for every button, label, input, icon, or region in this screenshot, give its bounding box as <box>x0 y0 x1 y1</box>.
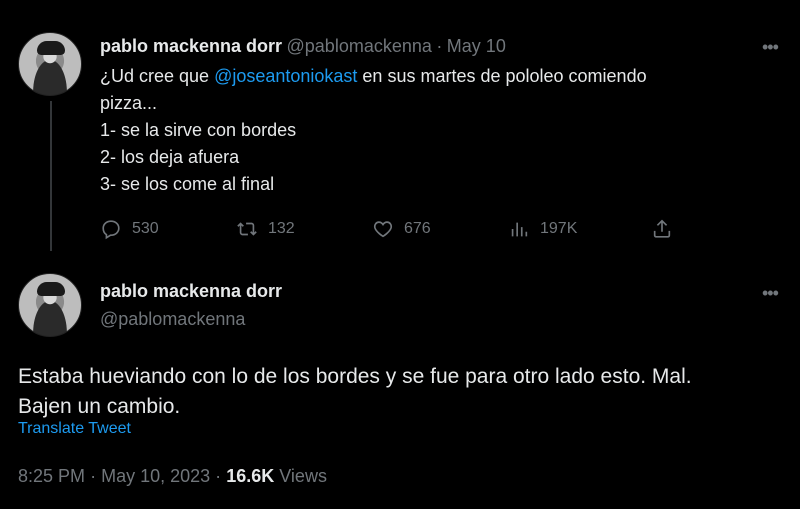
tweet-full-date[interactable]: May 10, 2023 <box>101 466 210 486</box>
text-line: pizza... <box>100 93 158 113</box>
reply-icon <box>102 220 120 240</box>
mention-link[interactable]: @joseantoniokast <box>214 66 357 86</box>
tweet-date[interactable]: May 10 <box>447 36 506 56</box>
display-name[interactable]: pablo mackenna dorr <box>100 36 282 56</box>
share-button[interactable] <box>651 214 673 244</box>
tweet-time[interactable]: 8:25 PM <box>18 466 85 486</box>
display-name[interactable]: pablo mackenna dorr <box>100 281 282 302</box>
thread-connector-line <box>50 101 52 251</box>
tweet-metadata: 8:25 PM · May 10, 2023 · 16.6K Views <box>18 466 327 487</box>
translate-tweet-link[interactable]: Translate Tweet <box>18 420 131 438</box>
reply-tweet-text: ¿Ud cree que @joseantoniokast en sus mar… <box>100 63 647 198</box>
heart-icon <box>373 221 393 238</box>
views-chart-icon <box>511 222 528 237</box>
separator-dot: · <box>436 36 443 56</box>
views-button[interactable]: 197K <box>508 214 577 244</box>
main-tweet-text: Estaba hueviando con lo de los bordes y … <box>18 362 692 422</box>
retweet-count: 132 <box>268 220 295 237</box>
more-options-icon[interactable]: ••• <box>762 38 779 56</box>
avatar[interactable] <box>18 32 82 96</box>
user-handle[interactable]: @pablomackenna <box>100 309 245 330</box>
more-options-icon[interactable]: ••• <box>762 284 779 302</box>
separator-dot: · <box>215 466 222 486</box>
reply-count: 530 <box>132 220 159 237</box>
text-line: 1- se la sirve con bordes <box>100 120 297 140</box>
separator-dot: · <box>90 466 97 486</box>
views-count[interactable]: 16.6K <box>226 466 274 486</box>
text-line: Bajen un cambio. <box>18 395 181 418</box>
reply-header: pablo mackenna dorr @pablomackenna · May… <box>100 36 506 57</box>
user-handle[interactable]: @pablomackenna <box>287 36 432 56</box>
retweet-button[interactable]: 132 <box>236 214 295 244</box>
text-line: ¿Ud cree que @joseantoniokast en sus mar… <box>100 66 647 86</box>
tweet-actions-bar: 530 132 676 197K <box>100 214 690 244</box>
text-line: 3- se los come al final <box>100 174 275 194</box>
text-line: 2- los deja afuera <box>100 147 240 167</box>
text-line: Estaba hueviando con lo de los bordes y … <box>18 365 692 388</box>
views-label: Views <box>279 466 327 486</box>
avatar[interactable] <box>18 273 82 337</box>
share-icon <box>653 219 671 238</box>
reply-button[interactable]: 530 <box>100 214 159 244</box>
like-button[interactable]: 676 <box>372 214 431 244</box>
retweet-icon <box>237 222 257 236</box>
like-count: 676 <box>404 220 431 237</box>
views-count: 197K <box>540 220 578 237</box>
